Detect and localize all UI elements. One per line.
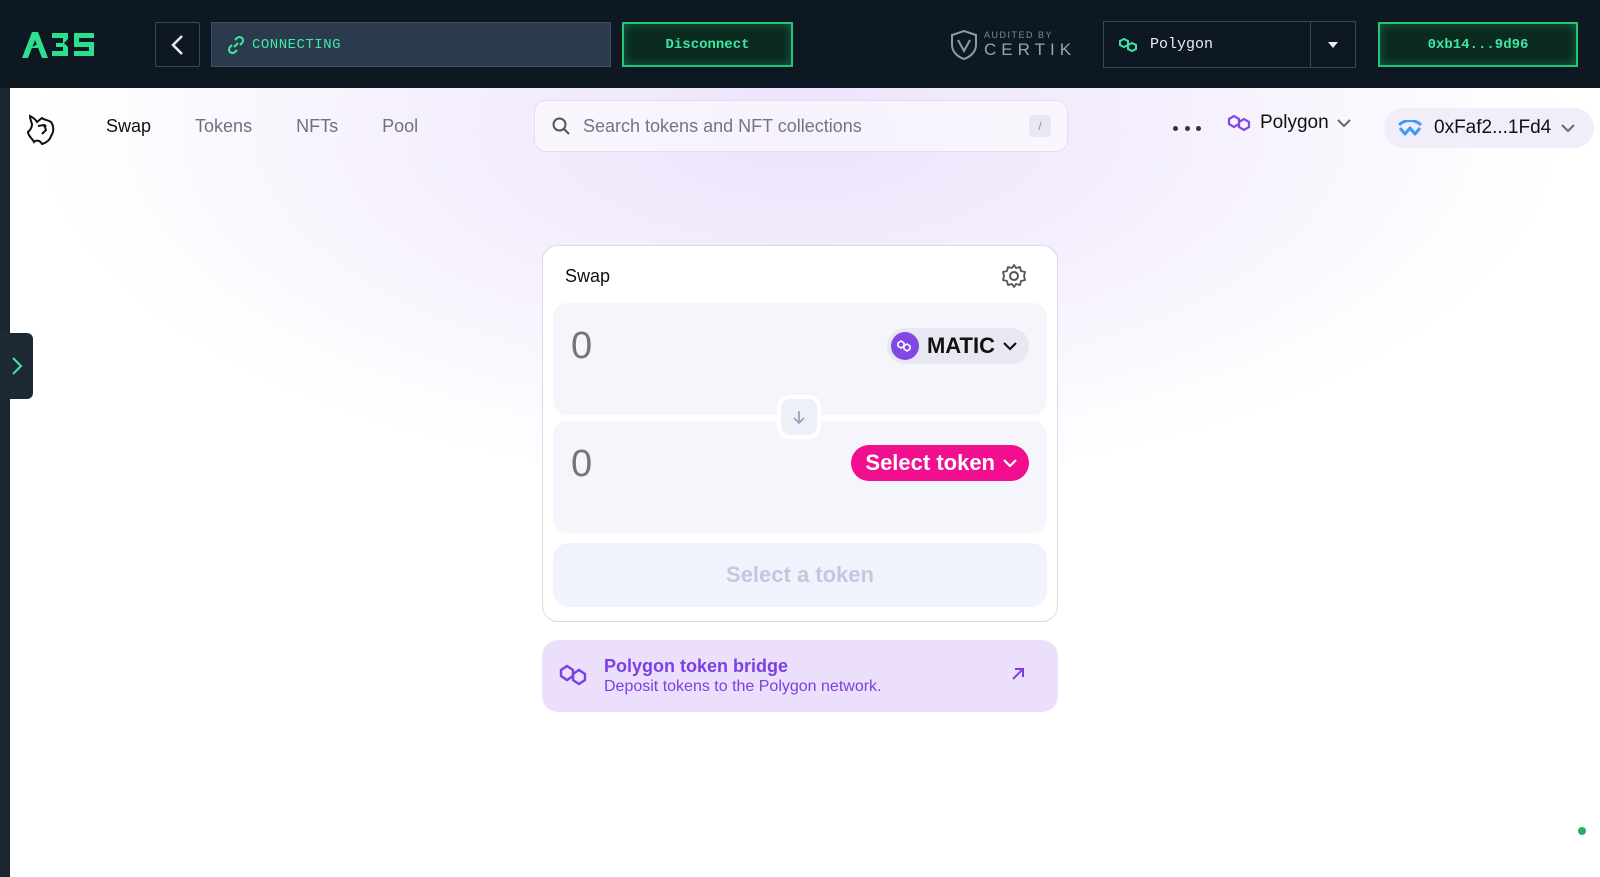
walletconnect-icon [1397,120,1423,136]
dropdown-caret-icon [1328,41,1338,48]
a3s-logo [22,32,94,58]
gear-icon[interactable] [1001,263,1027,289]
input-amount-field[interactable] [571,325,791,368]
certik-shield-icon [951,29,977,61]
bridge-title: Polygon token bridge [604,656,789,676]
wallet-topbar: CONNECTING Disconnect AUDITED BY CERTIK … [0,0,1600,88]
back-button[interactable] [155,22,200,67]
chain-selector[interactable]: Polygon [1226,112,1351,134]
link-icon [227,35,245,54]
sidebar-expand-button[interactable] [0,333,33,399]
nav-nfts[interactable]: NFTs [296,116,338,137]
search-icon [552,117,570,135]
select-a-token-button[interactable]: Select a token [553,543,1047,607]
certik-badge: AUDITED BY CERTIK [950,28,1076,62]
swap-card: Swap MATIC Select token [542,245,1058,622]
polygon-icon [1119,37,1137,52]
chevron-down-icon [1003,459,1017,468]
unicorn-logo-icon[interactable] [24,110,58,146]
external-link-icon [1012,668,1024,680]
chevron-down-icon [1561,124,1575,133]
connection-status-text: CONNECTING [252,36,342,53]
input-token-symbol: MATIC [926,333,995,358]
left-sidebar-strip [0,88,10,877]
audited-by-label: AUDITED BY [984,30,1054,40]
chevron-down-icon [1003,342,1017,351]
back-arrow-icon [170,34,183,55]
bridge-subtitle: Deposit tokens to the Polygon network. [604,678,882,695]
certik-label: CERTIK [984,40,1077,59]
more-dots-icon[interactable] [1173,122,1201,134]
swap-card-title: Swap [565,266,611,286]
account-address: 0xFaf2...1Fd4 [1434,117,1552,138]
status-indicator-dot [1578,827,1586,835]
select-token-button[interactable]: Select token [851,445,1029,481]
disconnect-button[interactable]: Disconnect [622,22,793,67]
search-input[interactable] [583,115,1017,137]
nav-tokens[interactable]: Tokens [195,116,252,137]
main-nav: Swap Tokens NFTs Pool [106,116,418,137]
polygon-icon [559,664,587,686]
chain-name: Polygon [1260,112,1329,133]
chevron-down-icon [1336,119,1351,128]
polygon-icon [1227,114,1251,132]
nav-pool[interactable]: Pool [382,116,418,137]
wallet-address-button[interactable]: 0xb14...9d96 [1378,22,1578,67]
arrow-down-icon [793,411,805,425]
network-select[interactable]: Polygon [1103,21,1356,68]
uniswap-app: Swap Tokens NFTs Pool / Polygon 0xFaf2..… [10,88,1600,877]
swap-direction-button[interactable] [777,395,821,439]
search-bar[interactable]: / [534,100,1068,152]
connection-status-bar: CONNECTING [211,22,611,67]
select-token-label: Select token [865,450,995,475]
input-token-select[interactable]: MATIC [886,328,1029,364]
polygon-bridge-banner[interactable]: Polygon token bridge Deposit tokens to t… [542,640,1058,712]
nav-swap[interactable]: Swap [106,116,151,137]
search-shortcut-key: / [1029,115,1051,137]
network-name: Polygon [1150,36,1214,53]
sidebar-expand-icon [11,357,22,375]
account-button[interactable]: 0xFaf2...1Fd4 [1384,108,1594,148]
matic-token-icon [890,332,919,360]
output-amount-field[interactable] [571,443,791,486]
